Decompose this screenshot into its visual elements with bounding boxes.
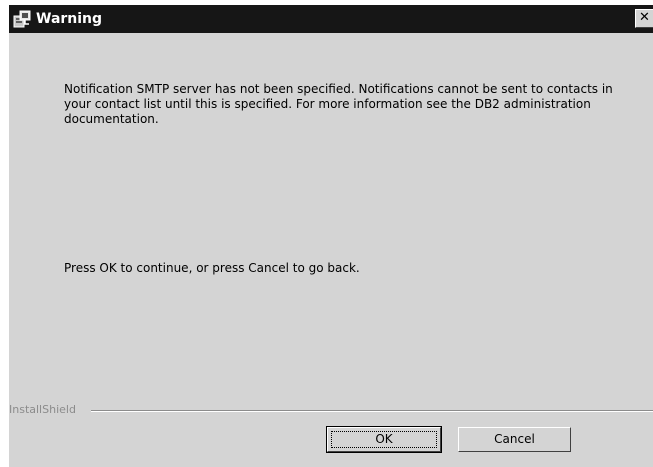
title-bar[interactable]: Warning ✕ — [9, 5, 653, 33]
ok-button-label: OK — [331, 431, 437, 448]
warning-dialog: Warning ✕ Notification SMTP server has n… — [8, 4, 653, 467]
close-icon: ✕ — [639, 10, 650, 25]
continue-prompt: Press OK to continue, or press Cancel to… — [64, 261, 360, 275]
installshield-label: InstallShield — [9, 403, 76, 416]
installer-icon — [13, 10, 31, 28]
dialog-title: Warning — [36, 11, 103, 27]
ok-button[interactable]: OK — [326, 426, 442, 453]
warning-message: Notification SMTP server has not been sp… — [64, 82, 613, 126]
close-button[interactable]: ✕ — [635, 9, 653, 28]
cancel-button[interactable]: Cancel — [458, 427, 571, 452]
footer-divider — [91, 410, 653, 412]
